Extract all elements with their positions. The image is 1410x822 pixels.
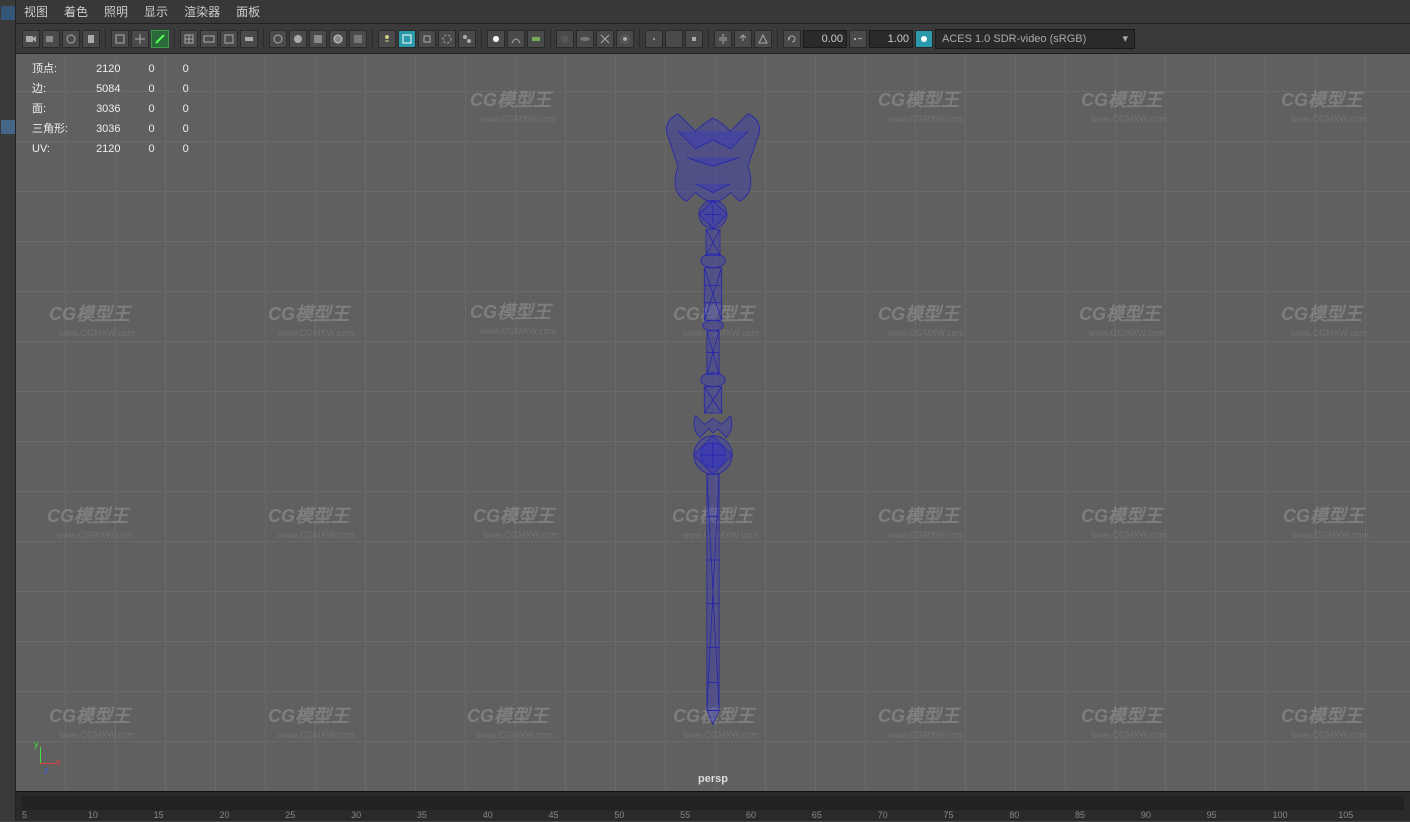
isolate-select-icon[interactable] [418,30,436,48]
view-axis-gizmo: y x z [20,743,60,783]
toolbar-sep-3 [263,29,264,49]
timeline-tick: 35 [417,810,483,822]
multisample-aa-icon[interactable] [596,30,614,48]
timeline-ticks: 5101520253035404550556065707580859095100… [22,810,1404,822]
strip-tool-1[interactable] [1,6,15,20]
film-gate-icon[interactable] [200,30,218,48]
colorspace-dropdown[interactable]: ACES 1.0 SDR-video (sRGB) ▾ [935,29,1135,49]
wireframe-on-shaded-icon[interactable] [329,30,347,48]
timeline-tick: 70 [878,810,944,822]
xray-joints-icon[interactable] [458,30,476,48]
timeline-tick: 85 [1075,810,1141,822]
viewport-grid [16,54,1410,791]
2d-pan-icon[interactable] [131,30,149,48]
toolbar-sep-9 [777,29,778,49]
snap-point-icon[interactable] [685,30,703,48]
exposure-icon[interactable] [487,30,505,48]
timeline-tick: 65 [812,810,878,822]
gamma-icon[interactable] [507,30,525,48]
resolution-gate-icon[interactable] [220,30,238,48]
menu-show[interactable]: 显示 [144,3,168,20]
stat-row-tris: 三角形:303600 [32,120,215,138]
timeline-tick: 90 [1141,810,1207,822]
textured-icon[interactable] [349,30,367,48]
timeline-tick: 10 [88,810,154,822]
panel-menu-bar: 视图 着色 照明 显示 渲染器 面板 [16,0,1410,24]
reload-icon[interactable] [783,30,801,48]
timeline-tick: 50 [614,810,680,822]
toolbar-sep-4 [372,29,373,49]
use-all-lights-icon[interactable] [378,30,396,48]
timeline-tick: 15 [154,810,220,822]
timeline-track[interactable] [22,796,1404,810]
timeline-tick: 75 [943,810,1009,822]
viewport[interactable]: 顶点:212000 边:508400 面:303600 三角形:303600 U… [16,54,1410,791]
toolbar-sep-6 [550,29,551,49]
menu-renderer[interactable]: 渲染器 [184,3,220,20]
timeline-tick: 100 [1272,810,1338,822]
snap-curve-icon[interactable] [665,30,683,48]
menu-panels[interactable]: 面板 [236,3,260,20]
gate-mask-icon[interactable] [240,30,258,48]
select-camera-icon[interactable] [22,30,40,48]
colorspace-value: ACES 1.0 SDR-video (sRGB) [942,33,1086,45]
toolbar-sep-7 [639,29,640,49]
timeline-tick: 45 [549,810,615,822]
timeline-tick: 55 [680,810,746,822]
menu-shading[interactable]: 着色 [64,3,88,20]
color-management-icon[interactable] [915,30,933,48]
face-normal-icon[interactable] [734,30,752,48]
dof-icon[interactable] [616,30,634,48]
backface-cull-icon[interactable] [754,30,772,48]
stat-row-edges: 边:508400 [32,80,215,98]
motion-blur-icon[interactable] [576,30,594,48]
poly-count-hud: 顶点:212000 边:508400 面:303600 三角形:303600 U… [30,58,217,160]
camera-settings-icon[interactable] [62,30,80,48]
stat-row-uvs: UV:212000 [32,140,215,158]
timeline-tick: 105 [1338,810,1404,822]
timeline-tick: 80 [1009,810,1075,822]
grease-pencil-icon[interactable] [151,30,169,48]
timeline-tick: 30 [351,810,417,822]
timeline-tick: 40 [483,810,549,822]
menu-view[interactable]: 视图 [24,3,48,20]
chevron-down-icon: ▾ [1122,32,1128,45]
timeline-tick: 25 [285,810,351,822]
wireframe-icon[interactable] [269,30,287,48]
gamma-toggle-icon[interactable] [849,30,867,48]
panel-toolbar: ACES 1.0 SDR-video (sRGB) ▾ [16,24,1410,54]
toolbar-sep-2 [174,29,175,49]
strip-tool-2[interactable] [1,120,15,134]
stat-row-faces: 面:303600 [32,100,215,118]
toolbar-sep-1 [105,29,106,49]
left-tool-strip[interactable] [0,0,16,821]
lock-camera-icon[interactable] [42,30,60,48]
xray-icon[interactable] [438,30,456,48]
bookmark-icon[interactable] [82,30,100,48]
timeline-tick: 95 [1207,810,1273,822]
symmetry-icon[interactable] [714,30,732,48]
image-plane-icon[interactable] [111,30,129,48]
gamma-value-input[interactable] [869,30,913,48]
timeline[interactable]: 5101520253035404550556065707580859095100… [16,791,1410,821]
shadows-icon[interactable] [398,30,416,48]
smooth-shade-icon[interactable] [289,30,307,48]
use-default-material-icon[interactable] [309,30,327,48]
snap-grid-icon[interactable] [645,30,663,48]
menu-lighting[interactable]: 照明 [104,3,128,20]
ssao-icon[interactable] [556,30,574,48]
timeline-tick: 5 [22,810,88,822]
grid-icon[interactable] [180,30,198,48]
stat-row-vertices: 顶点:212000 [32,60,215,78]
exposure-value-input[interactable] [803,30,847,48]
timeline-tick: 60 [746,810,812,822]
view-transform-icon[interactable] [527,30,545,48]
timeline-tick: 20 [219,810,285,822]
camera-label: persp [698,773,728,785]
toolbar-sep-8 [708,29,709,49]
toolbar-sep-5 [481,29,482,49]
